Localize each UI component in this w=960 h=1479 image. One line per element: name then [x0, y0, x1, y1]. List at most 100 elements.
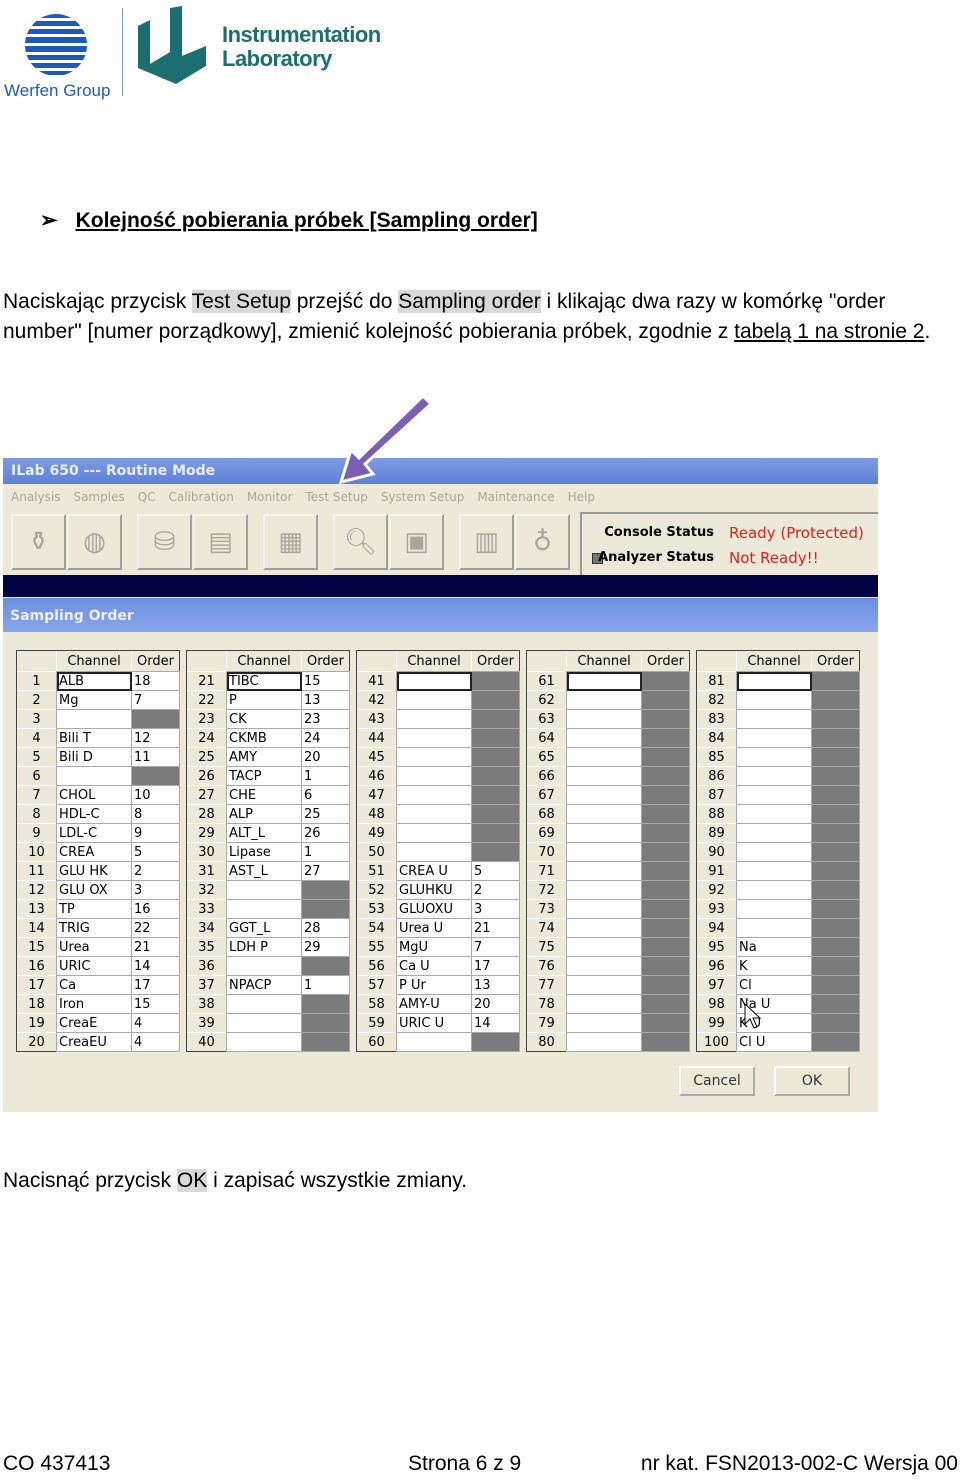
channel-cell[interactable]: CHOL — [56, 785, 132, 805]
header-channel[interactable]: Channel — [396, 650, 472, 672]
channel-cell[interactable] — [566, 747, 642, 767]
order-cell[interactable] — [301, 1013, 350, 1033]
channel-cell[interactable]: K — [736, 956, 812, 976]
channel-cell[interactable]: TRIG — [56, 918, 132, 938]
channel-cell[interactable] — [736, 766, 812, 786]
channel-cell[interactable]: Na — [736, 937, 812, 957]
order-cell[interactable] — [471, 823, 520, 843]
order-cell[interactable] — [131, 709, 180, 729]
channel-cell[interactable]: Ca U — [396, 956, 472, 976]
order-cell[interactable] — [811, 994, 860, 1014]
order-cell[interactable] — [641, 728, 690, 748]
channel-cell[interactable] — [736, 728, 812, 748]
order-cell[interactable] — [471, 1032, 520, 1052]
order-cell[interactable]: 12 — [131, 728, 180, 748]
order-cell[interactable] — [471, 728, 520, 748]
header-order[interactable]: Order — [471, 650, 520, 672]
order-cell[interactable] — [641, 671, 690, 691]
order-cell[interactable]: 7 — [131, 690, 180, 710]
channel-cell[interactable] — [566, 671, 642, 691]
channel-cell[interactable]: NPACP — [226, 975, 302, 995]
order-cell[interactable] — [811, 937, 860, 957]
channel-cell[interactable]: CHE — [226, 785, 302, 805]
channel-cell[interactable]: Ca — [56, 975, 132, 995]
order-cell[interactable] — [811, 766, 860, 786]
order-cell[interactable] — [811, 1013, 860, 1033]
worklist-icon[interactable]: ▤ — [193, 514, 248, 570]
channel-cell[interactable] — [396, 823, 472, 843]
order-cell[interactable] — [641, 975, 690, 995]
channel-cell[interactable] — [396, 785, 472, 805]
channel-cell[interactable] — [56, 709, 132, 729]
order-cell[interactable] — [811, 918, 860, 938]
order-cell[interactable]: 15 — [301, 671, 350, 691]
order-cell[interactable] — [641, 1013, 690, 1033]
order-cell[interactable]: 16 — [131, 899, 180, 919]
order-cell[interactable] — [471, 842, 520, 862]
channel-cell[interactable] — [736, 671, 812, 691]
channel-cell[interactable]: Cl — [736, 975, 812, 995]
order-cell[interactable] — [471, 690, 520, 710]
order-cell[interactable] — [471, 804, 520, 824]
order-cell[interactable]: 2 — [471, 880, 520, 900]
order-cell[interactable] — [811, 880, 860, 900]
order-cell[interactable] — [811, 842, 860, 862]
order-cell[interactable] — [811, 671, 860, 691]
channel-cell[interactable] — [566, 766, 642, 786]
order-cell[interactable] — [471, 766, 520, 786]
order-cell[interactable] — [131, 766, 180, 786]
order-cell[interactable]: 22 — [131, 918, 180, 938]
report-icon[interactable]: ▣ — [389, 514, 444, 570]
channel-cell[interactable] — [566, 823, 642, 843]
order-cell[interactable] — [301, 899, 350, 919]
channel-cell[interactable] — [566, 1032, 642, 1052]
channel-cell[interactable] — [396, 747, 472, 767]
header-blank[interactable] — [16, 650, 57, 672]
channel-cell[interactable]: ALT_L — [226, 823, 302, 843]
order-cell[interactable]: 11 — [131, 747, 180, 767]
order-cell[interactable] — [641, 785, 690, 805]
order-cell[interactable] — [641, 747, 690, 767]
channel-cell[interactable] — [396, 728, 472, 748]
channel-cell[interactable]: MgU — [396, 937, 472, 957]
channel-cell[interactable] — [226, 1032, 302, 1052]
channel-cell[interactable] — [226, 899, 302, 919]
order-cell[interactable] — [641, 690, 690, 710]
header-order[interactable]: Order — [131, 650, 180, 672]
order-cell[interactable]: 5 — [131, 842, 180, 862]
order-cell[interactable] — [811, 747, 860, 767]
order-cell[interactable]: 6 — [301, 785, 350, 805]
order-cell[interactable]: 26 — [301, 823, 350, 843]
order-cell[interactable] — [641, 766, 690, 786]
order-cell[interactable]: 24 — [301, 728, 350, 748]
order-cell[interactable]: 3 — [131, 880, 180, 900]
channel-cell[interactable] — [566, 994, 642, 1014]
channel-cell[interactable] — [396, 804, 472, 824]
channel-cell[interactable] — [736, 747, 812, 767]
order-cell[interactable]: 4 — [131, 1032, 180, 1052]
channel-cell[interactable]: LDL-C — [56, 823, 132, 843]
menu-analysis[interactable]: Analysis — [11, 490, 60, 504]
header-blank[interactable] — [696, 650, 737, 672]
channel-cell[interactable] — [566, 842, 642, 862]
channel-cell[interactable]: CreaE — [56, 1013, 132, 1033]
channel-cell[interactable]: CK — [226, 709, 302, 729]
channel-cell[interactable] — [226, 994, 302, 1014]
header-channel[interactable]: Channel — [56, 650, 132, 672]
header-blank[interactable] — [356, 650, 397, 672]
order-cell[interactable] — [811, 861, 860, 881]
order-cell[interactable] — [471, 671, 520, 691]
order-cell[interactable]: 20 — [471, 994, 520, 1014]
order-cell[interactable] — [811, 956, 860, 976]
order-cell[interactable] — [471, 747, 520, 767]
ok-button[interactable]: OK — [774, 1066, 850, 1096]
channel-cell[interactable]: CreaEU — [56, 1032, 132, 1052]
order-cell[interactable]: 3 — [471, 899, 520, 919]
channel-cell[interactable] — [736, 785, 812, 805]
menu-test-setup[interactable]: Test Setup — [305, 490, 367, 504]
channel-cell[interactable]: URIC — [56, 956, 132, 976]
channel-cell[interactable]: P Ur — [396, 975, 472, 995]
order-cell[interactable]: 13 — [471, 975, 520, 995]
channel-cell[interactable]: Lipase — [226, 842, 302, 862]
grid-icon[interactable]: ▦ — [263, 514, 318, 570]
